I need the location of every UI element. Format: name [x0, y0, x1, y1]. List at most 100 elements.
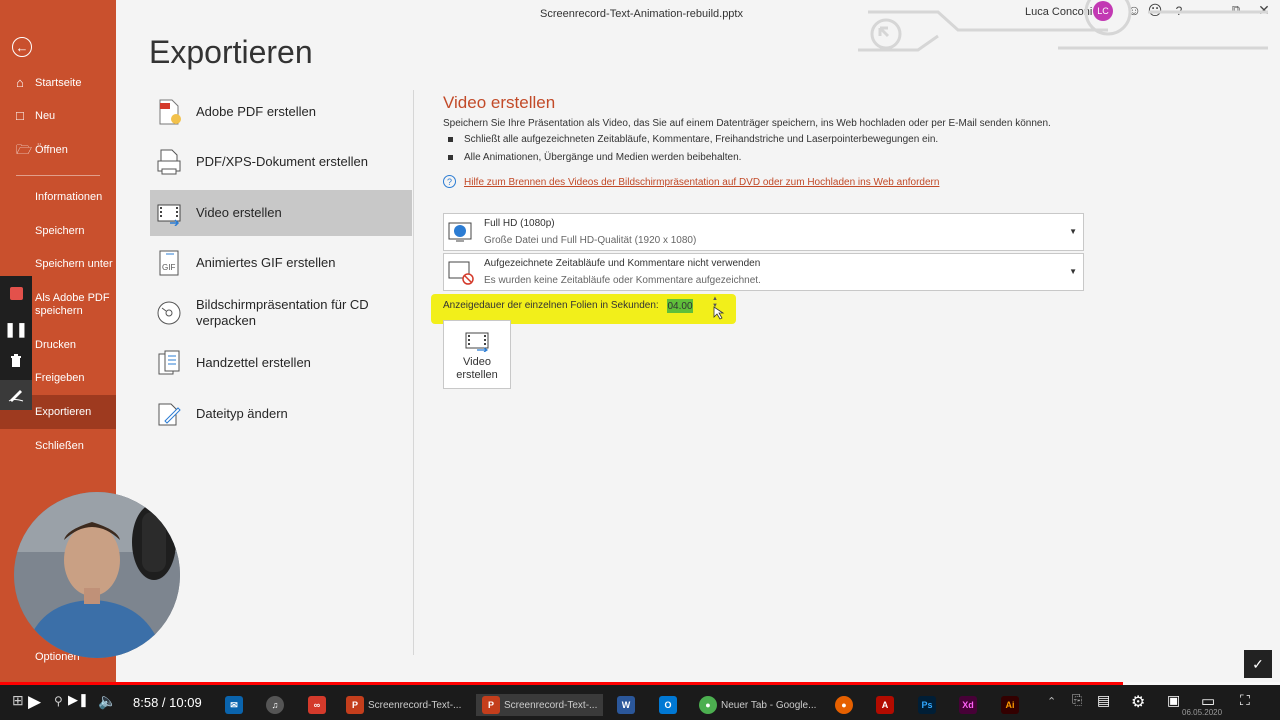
- stop-record-button[interactable]: [0, 278, 32, 308]
- taskbar-powerpoint-1[interactable]: P Screenrecord-Text-...: [346, 694, 461, 716]
- export-change-filetype[interactable]: Dateityp ändern: [150, 391, 412, 437]
- fullscreen-icon[interactable]: ⛶: [1240, 692, 1250, 709]
- illustrator-icon: Ai: [1001, 696, 1019, 714]
- export-handouts[interactable]: Handzettel erstellen: [150, 340, 412, 386]
- export-label: Video erstellen: [196, 205, 282, 220]
- export-label: Adobe PDF erstellen: [196, 104, 316, 119]
- sidebar-divider: [16, 175, 100, 176]
- home-icon: ⌂: [16, 75, 24, 90]
- new-doc-icon: □: [16, 108, 24, 123]
- export-video[interactable]: Video erstellen: [150, 190, 412, 236]
- play-icon[interactable]: ▶: [28, 692, 41, 712]
- sidebar-item-startseite[interactable]: ⌂ Startseite: [0, 75, 116, 90]
- taskbar-acrobat-app[interactable]: A: [876, 694, 898, 716]
- duration-input[interactable]: [667, 299, 693, 313]
- sidebar-item-label: Drucken: [35, 339, 76, 351]
- back-arrow-icon[interactable]: ←: [12, 37, 32, 57]
- delete-button[interactable]: [0, 346, 32, 376]
- help-question-icon: ?: [443, 175, 456, 188]
- sidebar-item-neu[interactable]: □ Neu: [0, 108, 116, 123]
- taskbar-illustrator-app[interactable]: Ai: [1001, 694, 1023, 716]
- change-filetype-icon: [156, 401, 182, 427]
- create-video-button[interactable]: Video erstellen: [443, 320, 511, 389]
- gif-icon: GIF: [156, 250, 182, 276]
- taskbar-mail-app[interactable]: ✉: [225, 694, 247, 716]
- firefox-icon: ●: [835, 696, 853, 714]
- search-icon[interactable]: ⚲: [54, 694, 63, 708]
- svg-text:GIF: GIF: [162, 263, 175, 272]
- sidebar-item-label: Öffnen: [35, 144, 68, 156]
- taskbar-outlook-app[interactable]: O: [659, 694, 681, 716]
- tray-chevron-icon[interactable]: ⌃: [1047, 695, 1056, 708]
- sidebar-item-oeffnen[interactable]: 🗁 Öffnen: [0, 143, 116, 157]
- taskbar-powerpoint-2[interactable]: P Screenrecord-Text-...: [476, 694, 604, 716]
- bullet-item: Schließt alle aufgezeichneten Zeitabläuf…: [448, 134, 938, 145]
- pause-button[interactable]: ❚❚: [0, 314, 32, 344]
- taskbar-firefox-app[interactable]: ●: [835, 694, 857, 716]
- settings-gear-icon[interactable]: ⚙: [1131, 692, 1145, 712]
- taskbar-app-label: Screenrecord-Text-...: [368, 699, 462, 711]
- duration-label: Anzeigedauer der einzelnen Folien in Sek…: [443, 300, 659, 311]
- network-icon[interactable]: ⎘: [1072, 692, 1082, 708]
- export-adobe-pdf[interactable]: Adobe PDF erstellen: [150, 89, 412, 135]
- export-label: Dateityp ändern: [196, 406, 288, 421]
- outlook-icon: O: [659, 696, 677, 714]
- dropdown-main-text: Full HD (1080p): [484, 218, 555, 229]
- adobe-pdf-icon: [156, 99, 182, 125]
- taskbar-xd-app[interactable]: Xd: [959, 694, 981, 716]
- photoshop-icon: Ps: [918, 696, 936, 714]
- sidebar-item-schliessen[interactable]: Schließen: [0, 440, 116, 453]
- bullet-text: Alle Animationen, Übergänge und Medien w…: [464, 152, 742, 163]
- dropdown-sub-text: Große Datei und Full HD-Qualität (1920 x…: [484, 235, 697, 246]
- miniplayer-icon[interactable]: ▣: [1167, 692, 1180, 709]
- confirm-check-button[interactable]: ✓: [1244, 650, 1272, 678]
- cd-icon: [156, 300, 182, 326]
- taskbar-chrome-app[interactable]: ● Neuer Tab - Google...: [699, 694, 816, 716]
- taskbar-cc-app[interactable]: ∞: [308, 694, 330, 716]
- acrobat-icon: A: [876, 696, 894, 714]
- word-icon: W: [617, 696, 635, 714]
- sidebar-item-label: Speichern unter: [35, 258, 113, 270]
- bullet-text: Schließt alle aufgezeichneten Zeitabläuf…: [464, 134, 939, 145]
- circuit-decoration: [858, 0, 1268, 52]
- video-create-icon: [465, 332, 489, 352]
- creative-cloud-icon: ∞: [308, 696, 326, 714]
- sidebar-item-label: Schließen: [35, 440, 84, 452]
- taskbar-itunes-app[interactable]: ♫: [266, 694, 288, 716]
- export-cd-package[interactable]: Bildschirmpräsentation für CD verpacken: [150, 290, 412, 336]
- trash-icon: [11, 354, 21, 367]
- recording-toolbar: ❚❚: [0, 276, 32, 410]
- no-timings-icon: [448, 261, 474, 285]
- video-description: Speichern Sie Ihre Präsentation als Vide…: [443, 118, 1051, 129]
- next-icon[interactable]: ▶❚: [68, 692, 89, 708]
- sidebar-item-label: Startseite: [35, 77, 82, 89]
- export-pdf-xps[interactable]: PDF/XPS-Dokument erstellen: [150, 139, 412, 185]
- create-button-label: Video erstellen: [456, 356, 498, 381]
- taskbar-photoshop-app[interactable]: Ps: [918, 694, 940, 716]
- chrome-icon: ●: [699, 696, 717, 714]
- page-title: Exportieren: [149, 34, 313, 70]
- handout-icon: [156, 350, 182, 376]
- taskbar-word-app[interactable]: W: [617, 694, 639, 716]
- export-label: Handzettel erstellen: [196, 355, 311, 370]
- windows-start-icon[interactable]: ⊞: [12, 692, 24, 709]
- panel-divider: [413, 90, 414, 655]
- sidebar-item-informationen[interactable]: Informationen: [0, 191, 116, 204]
- chevron-down-icon: ▼: [1069, 267, 1077, 276]
- record-stop-icon: [9, 286, 23, 300]
- export-gif[interactable]: GIF Animiertes GIF erstellen: [150, 240, 412, 286]
- sidebar-item-label: Informationen: [35, 191, 103, 203]
- pen-button[interactable]: [0, 380, 32, 410]
- quality-dropdown[interactable]: Full HD (1080p) Große Datei und Full HD-…: [443, 213, 1084, 251]
- timing-dropdown[interactable]: Aufgezeichnete Zeitabläufe und Kommentar…: [443, 253, 1084, 291]
- video-section-title: Video erstellen: [443, 93, 556, 112]
- webcam-person-image: [14, 492, 180, 658]
- sidebar-item-speichern-unter[interactable]: Speichern unter: [0, 258, 116, 271]
- subtitles-icon[interactable]: ▤: [1097, 692, 1110, 709]
- mail-icon: ✉: [225, 696, 243, 714]
- volume-icon[interactable]: 🔈: [98, 692, 117, 710]
- taskbar-app-label: Neuer Tab - Google...: [721, 699, 817, 711]
- sidebar-item-speichern[interactable]: Speichern: [0, 225, 116, 238]
- powerpoint-icon: P: [482, 696, 500, 714]
- help-link[interactable]: Hilfe zum Brennen des Videos der Bildsch…: [464, 177, 939, 188]
